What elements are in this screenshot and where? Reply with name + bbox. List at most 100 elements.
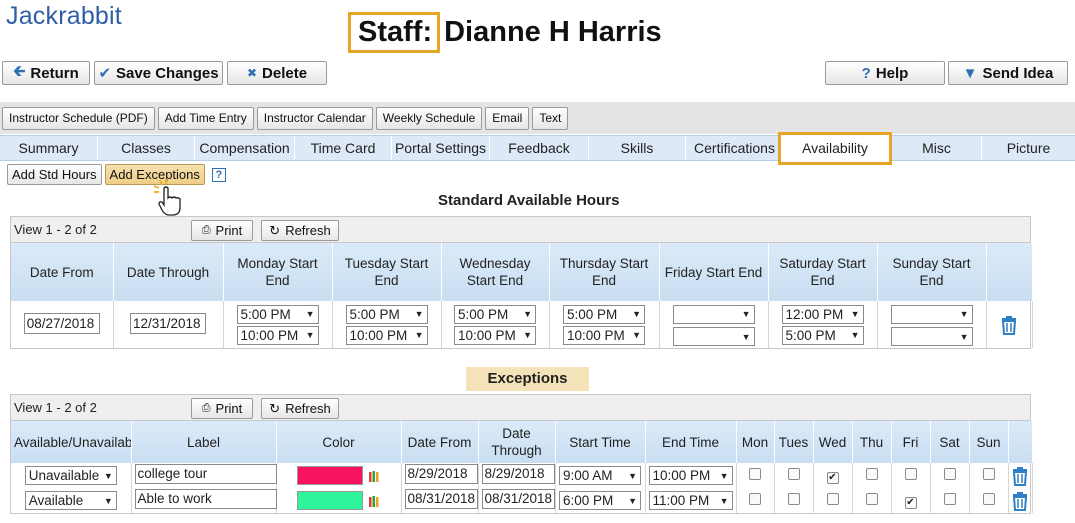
tues-checkbox[interactable]: [787, 493, 800, 505]
wed-checkbox[interactable]: [826, 493, 839, 505]
save-changes-button[interactable]: ✔ Save Changes: [94, 61, 223, 85]
date-through-input[interactable]: 12/31/2018: [130, 312, 206, 334]
dropdown-arrow-icon: ▼: [741, 331, 751, 342]
saturday-start-select[interactable]: 12:00 PM ▼: [781, 304, 864, 324]
exceptions-table: Available/Unavailable Label Color Date F…: [11, 421, 1033, 513]
tab-time-card[interactable]: Time Card: [295, 136, 392, 160]
end-time-select[interactable]: 11:00 PM ▼: [648, 491, 733, 510]
mon-checkbox[interactable]: [749, 493, 761, 505]
exc-date-through-input[interactable]: 08/31/2018: [481, 489, 555, 509]
end-time-select[interactable]: 10:00 PM ▼: [648, 466, 733, 485]
mon-checkbox[interactable]: [749, 468, 761, 480]
tab-availability[interactable]: Availability: [778, 132, 892, 165]
refresh-icon: ↻: [269, 222, 281, 238]
tues-checkbox[interactable]: [787, 468, 800, 480]
weekly-schedule-button[interactable]: Weekly Schedule: [375, 106, 483, 130]
thursday-start-select[interactable]: 5:00 PM ▼: [563, 304, 645, 324]
add-std-hours-button[interactable]: Add Std Hours: [7, 164, 102, 185]
monday-end-select[interactable]: 10:00 PM ▼: [236, 325, 319, 345]
sunday-start-select[interactable]: ▼: [890, 304, 973, 324]
col-saturday: Saturday Start End: [768, 243, 878, 301]
tuesday-end-select[interactable]: 10:00 PM ▼: [345, 325, 428, 345]
trash-icon[interactable]: [1000, 315, 1018, 335]
delete-button[interactable]: ✖ Delete: [227, 61, 327, 85]
tab-certifications[interactable]: Certifications: [686, 136, 784, 160]
instructor-schedule-pdf-button[interactable]: Instructor Schedule (PDF): [2, 106, 155, 130]
status-select[interactable]: Unavailable ▼: [24, 466, 117, 485]
col-available-unavailable: Available/Unavailable: [11, 421, 132, 463]
standard-view-count: View 1 - 2 of 2: [14, 222, 97, 237]
thu-checkbox[interactable]: [865, 468, 878, 480]
availability-actions: Add Std Hours Add Exceptions ?: [7, 164, 226, 185]
trash-icon[interactable]: [1011, 466, 1029, 486]
dropdown-arrow-icon: ▼: [632, 309, 641, 319]
date-from-input[interactable]: 08/27/2018: [23, 312, 100, 334]
sat-checkbox[interactable]: [943, 493, 956, 505]
exceptions-toolbar: View 1 - 2 of 2 ⎙ Print ↻ Refresh: [11, 395, 1030, 421]
return-button[interactable]: 🡰 Return: [2, 61, 90, 85]
exceptions-print-button[interactable]: ⎙ Print: [191, 398, 253, 419]
tab-skills[interactable]: Skills: [589, 136, 686, 160]
fri-checkbox[interactable]: [904, 468, 917, 480]
send-idea-button[interactable]: ▼ Send Idea: [948, 61, 1068, 85]
tab-classes[interactable]: Classes: [98, 136, 195, 160]
dropdown-arrow-icon: ▼: [959, 309, 969, 319]
saturday-end-select[interactable]: 5:00 PM ▼: [781, 325, 864, 345]
help-button[interactable]: ? Help: [825, 61, 945, 85]
tab-misc[interactable]: Misc: [892, 136, 982, 160]
sub-toolbar: Instructor Schedule (PDF) Add Time Entry…: [0, 102, 1075, 134]
text-button[interactable]: Text: [532, 106, 569, 130]
sun-checkbox[interactable]: [982, 493, 995, 505]
wednesday-start-select[interactable]: 5:00 PM ▼: [454, 304, 536, 324]
help-icon[interactable]: ?: [211, 167, 226, 182]
thu-checkbox[interactable]: [865, 493, 878, 505]
color-swatch[interactable]: [297, 491, 363, 510]
label-input[interactable]: college tour: [134, 464, 277, 484]
exc-date-through-input[interactable]: 8/29/2018: [481, 464, 555, 484]
start-time-select[interactable]: 6:00 PM ▼: [559, 491, 641, 510]
trash-icon[interactable]: [1011, 491, 1029, 511]
dropdown-arrow-icon: ▼: [850, 309, 860, 319]
tab-picture[interactable]: Picture: [982, 136, 1075, 160]
crayons-icon[interactable]: [368, 494, 380, 508]
instructor-calendar-button[interactable]: Instructor Calendar: [256, 106, 373, 130]
tuesday-start-select[interactable]: 5:00 PM ▼: [345, 304, 428, 324]
email-button[interactable]: Email: [485, 106, 530, 130]
tab-summary[interactable]: Summary: [0, 136, 98, 160]
thursday-end-select[interactable]: 10:00 PM ▼: [563, 325, 645, 345]
friday-end-select[interactable]: ▼: [672, 327, 755, 346]
color-swatch[interactable]: [297, 466, 363, 485]
label-input[interactable]: Able to work: [134, 489, 277, 509]
tab-portal-settings[interactable]: Portal Settings: [392, 136, 490, 160]
wednesday-end-select[interactable]: 10:00 PM ▼: [454, 325, 536, 345]
col-end-time: End Time: [645, 421, 737, 463]
start-time-select[interactable]: 9:00 AM ▼: [559, 466, 641, 485]
col-exc-date-through: Date Through: [478, 421, 556, 463]
dropdown-arrow-icon: ▼: [719, 495, 729, 506]
add-time-entry-button[interactable]: Add Time Entry: [157, 106, 254, 130]
exceptions-refresh-button[interactable]: ↻ Refresh: [261, 398, 339, 419]
monday-start-select[interactable]: 5:00 PM ▼: [236, 304, 319, 324]
sat-checkbox[interactable]: [943, 468, 956, 480]
question-icon: ?: [861, 64, 871, 82]
crayons-icon[interactable]: [368, 469, 380, 483]
col-date-through: Date Through: [113, 243, 224, 301]
tab-bar: Summary Classes Compensation Time Card P…: [0, 132, 1075, 165]
sunday-end-select[interactable]: ▼: [890, 327, 973, 346]
col-sun: Sun: [969, 421, 1009, 463]
exc-date-from-input[interactable]: 08/31/2018: [404, 489, 478, 509]
col-sat: Sat: [930, 421, 970, 463]
status-select[interactable]: Available ▼: [24, 491, 117, 510]
dropdown-arrow-icon: ▼: [628, 470, 637, 481]
tab-feedback[interactable]: Feedback: [490, 136, 589, 160]
standard-refresh-button[interactable]: ↻ Refresh: [261, 220, 339, 241]
wed-checkbox[interactable]: ✔: [826, 471, 839, 484]
exc-date-from-input[interactable]: 8/29/2018: [404, 464, 478, 484]
lightbulb-icon: ▼: [962, 64, 978, 82]
tab-compensation[interactable]: Compensation: [195, 136, 295, 160]
sun-checkbox[interactable]: [982, 468, 995, 480]
dropdown-arrow-icon: ▼: [523, 309, 532, 319]
friday-start-select[interactable]: ▼: [672, 304, 755, 324]
fri-checkbox[interactable]: ✔: [904, 496, 917, 509]
standard-print-button[interactable]: ⎙ Print: [191, 220, 253, 241]
